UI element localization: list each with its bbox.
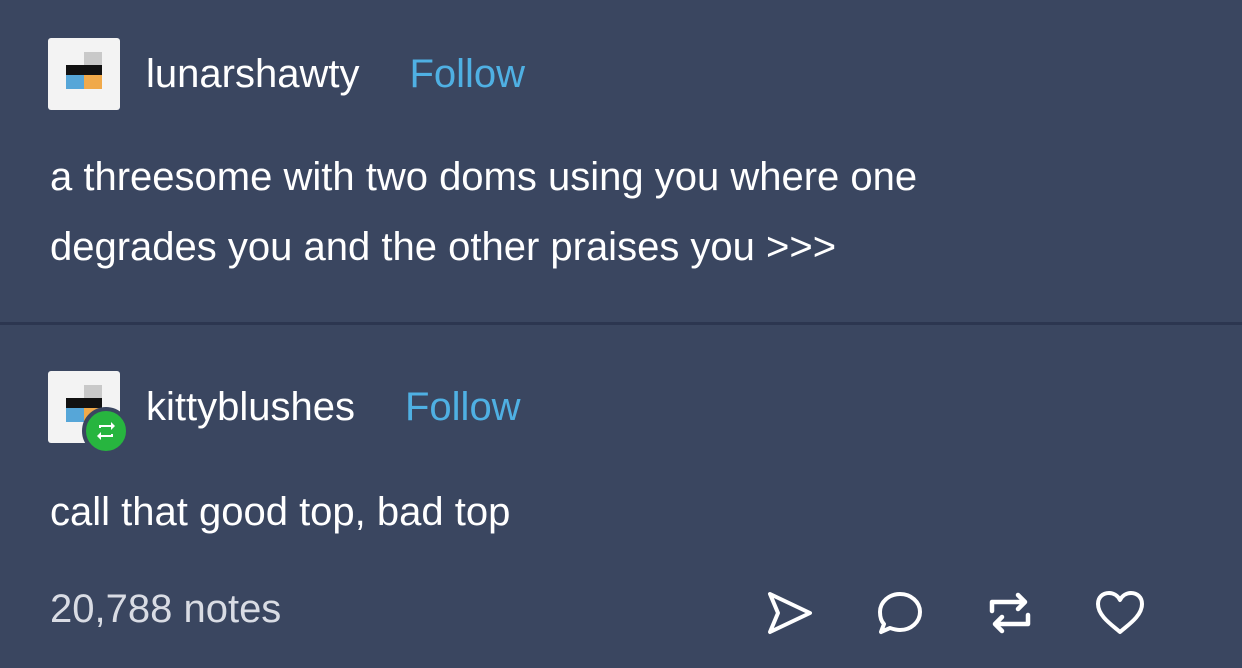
avatar-pixel — [84, 385, 102, 398]
avatar-pixel — [66, 75, 84, 89]
post-actions — [760, 585, 1150, 641]
reblog-badge-glyph — [97, 422, 115, 440]
share-icon[interactable] — [760, 585, 820, 641]
reblog-badge-icon — [82, 407, 130, 455]
post-text-line: degrades you and the other praises you >… — [50, 225, 837, 269]
post-kittyblushes: kittyblushes Follow call that good top, … — [0, 325, 1242, 668]
avatar-pixel — [84, 52, 102, 65]
avatar[interactable] — [48, 371, 130, 455]
post-header: lunarshawty Follow — [48, 38, 525, 110]
post-text-line: call that good top, bad top — [50, 490, 511, 534]
avatar-pixel — [66, 398, 102, 408]
reply-icon[interactable] — [870, 585, 930, 641]
avatar-pixel — [84, 75, 102, 89]
avatar-pixel — [66, 408, 84, 422]
post-header: kittyblushes Follow — [48, 371, 521, 455]
username[interactable]: kittyblushes — [146, 385, 355, 430]
avatar-pixel — [66, 65, 102, 75]
post-text-line: a threesome with two doms using you wher… — [50, 155, 918, 199]
avatar[interactable] — [48, 38, 120, 110]
post-body: a threesome with two doms using you wher… — [50, 142, 1182, 282]
post-body: call that good top, bad top — [50, 477, 1182, 547]
like-icon[interactable] — [1090, 585, 1150, 641]
follow-button[interactable]: Follow — [409, 52, 525, 97]
reblog-icon[interactable] — [980, 585, 1040, 641]
username[interactable]: lunarshawty — [146, 52, 359, 97]
notes-count[interactable]: 20,788 notes — [50, 587, 281, 632]
post-lunarshawty: lunarshawty Follow a threesome with two … — [0, 0, 1242, 322]
follow-button[interactable]: Follow — [405, 385, 521, 430]
